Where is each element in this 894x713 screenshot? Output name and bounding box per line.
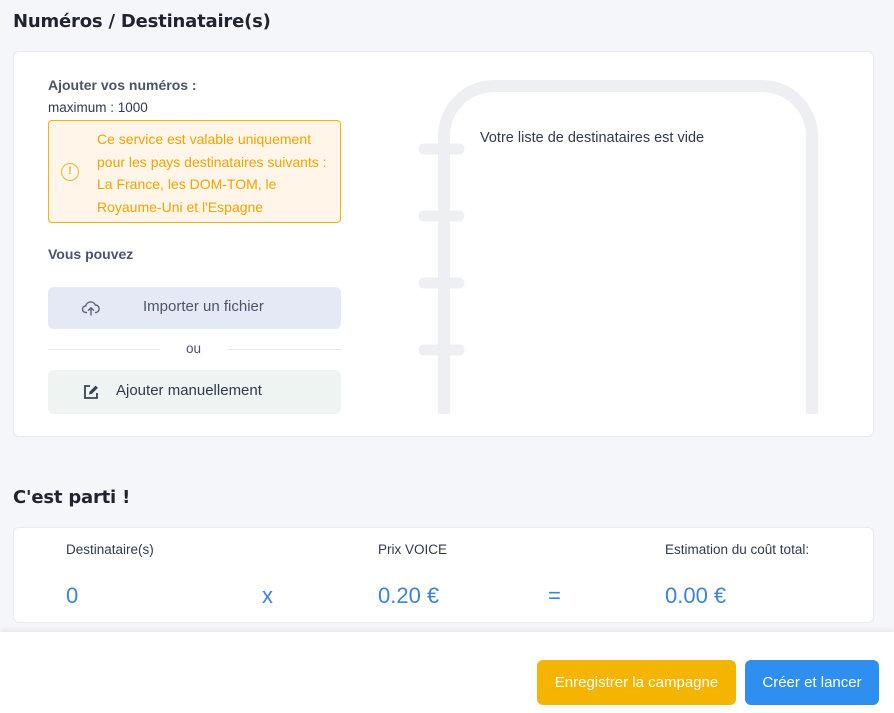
summary-section-title: C'est parti ! xyxy=(13,487,131,508)
cloud-upload-icon xyxy=(81,298,101,322)
recipients-count: 0 xyxy=(66,583,79,608)
empty-list-message: Votre liste de destinataires est vide xyxy=(480,130,705,146)
save-campaign-label: Enregistrer la campagne xyxy=(554,674,719,691)
add-manually-button[interactable]: Ajouter manuellement xyxy=(48,370,341,414)
numbers-card: Ajouter vos numéros : maximum : 1000 ! C… xyxy=(13,51,874,437)
warning-icon: ! xyxy=(61,163,79,181)
multiply-sign: x xyxy=(262,583,273,608)
add-numbers-label: Ajouter vos numéros : xyxy=(48,77,197,93)
you-can-label: Vous pouvez xyxy=(48,246,134,262)
summary-card: Destinataire(s) 0 x Prix VOICE 0.20 € = … xyxy=(13,527,874,623)
notebook-illustration xyxy=(418,80,818,414)
warning-alert: ! Ce service est valable uniquement pour… xyxy=(48,120,341,223)
price-label: Prix VOICE xyxy=(378,542,448,557)
add-manually-label: Ajouter manuellement xyxy=(116,382,262,399)
maximum-label: maximum : 1000 xyxy=(48,100,148,115)
create-and-launch-button[interactable]: Créer et lancer xyxy=(745,660,879,705)
warning-text: Ce service est valable uniquement pour l… xyxy=(97,131,327,215)
create-and-launch-label: Créer et lancer xyxy=(762,674,862,691)
divider-left xyxy=(48,349,160,350)
estimate-value: 0.00 € xyxy=(665,583,727,608)
import-file-label: Importer un fichier xyxy=(143,298,264,315)
edit-icon xyxy=(82,383,100,405)
or-label: ou xyxy=(186,341,202,356)
import-file-button[interactable]: Importer un fichier xyxy=(48,287,341,329)
estimate-label: Estimation du coût total: xyxy=(665,542,810,557)
equals-sign: = xyxy=(548,583,561,608)
recipients-label: Destinataire(s) xyxy=(66,542,154,557)
divider-right xyxy=(228,349,341,350)
footer-bar: Enregistrer la campagne Créer et lancer xyxy=(0,632,894,713)
price-value: 0.20 € xyxy=(378,583,440,608)
numbers-section-title: Numéros / Destinataire(s) xyxy=(13,11,271,32)
save-campaign-button[interactable]: Enregistrer la campagne xyxy=(537,660,736,705)
